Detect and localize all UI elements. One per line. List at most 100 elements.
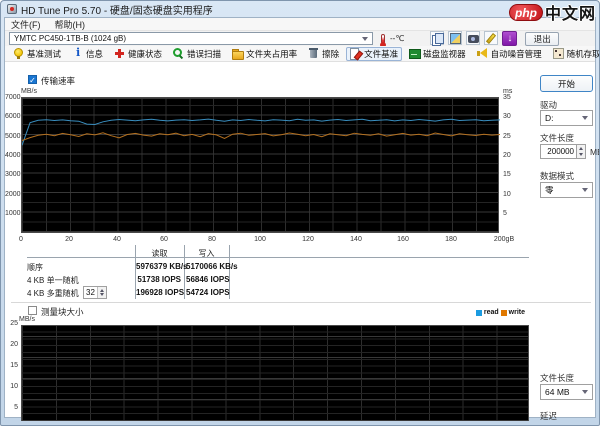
drive-select[interactable]: YMTC PC450-1TB-B (1024 gB) (9, 32, 373, 45)
toolbar: 基准测试 信息 健康状态 错误扫描 文件夹占用率 擦除 文件基准 磁盘监视器 自… (5, 46, 595, 62)
x-tick: 120 (293, 236, 323, 243)
section-divider (11, 302, 591, 303)
toolbar-button-benchmark[interactable]: 基准测试 (9, 47, 65, 61)
disk-monitor-icon (409, 48, 420, 59)
file-length-stepper[interactable]: 200000 (540, 144, 586, 159)
random-access-icon (553, 48, 564, 59)
x-tick: 0 (6, 236, 36, 243)
y2-tick: 25 (503, 133, 511, 140)
file-length-label: 文件长度 (540, 132, 574, 144)
thermometer-icon (381, 34, 385, 44)
y-tick: 4000 (5, 152, 18, 159)
row-label-4k-single: 4 KB 单一随机 (27, 275, 79, 286)
data-mode-value: 零 (545, 184, 554, 196)
block-y-axis-unit: MB/s (19, 316, 35, 323)
exit-button[interactable]: 退出 (525, 32, 559, 46)
write-legend-swatch (501, 310, 507, 316)
camera-icon (468, 33, 479, 44)
watermark-text: 中文网 (545, 0, 596, 24)
toolbar-button-disk-monitor[interactable]: 磁盘监视器 (405, 47, 470, 61)
y-tick: 1000 (5, 210, 18, 217)
target-drive-value: D: (545, 113, 554, 123)
toolbar-button-aam[interactable]: 自动噪音管理 (473, 47, 546, 61)
copy-button[interactable] (430, 31, 444, 45)
block-y-tick: 5 (5, 404, 18, 411)
block-file-length-value: 64 MB (545, 387, 570, 397)
save-image-button[interactable] (448, 31, 462, 45)
menu-help[interactable]: 帮助(H) (55, 18, 86, 31)
x-tick: 40 (102, 236, 132, 243)
screenshot-button[interactable] (466, 31, 480, 45)
export-button[interactable] (484, 31, 498, 45)
y-tick: 3000 (5, 171, 18, 178)
temperature-indicator: --℃ (381, 34, 404, 44)
menu-file[interactable]: 文件(F) (11, 18, 41, 31)
x-tick: 100 (245, 236, 275, 243)
download-button[interactable]: ↓ (502, 31, 517, 46)
x-tick: 140 (341, 236, 371, 243)
block-size-checkbox[interactable] (28, 306, 37, 315)
toolbar-button-health[interactable]: 健康状态 (110, 47, 166, 61)
toolbar-button-random-access[interactable]: 随机存取 (549, 47, 600, 61)
toolbar-button-info[interactable]: 信息 (68, 47, 107, 61)
y-tick: 5000 (5, 133, 18, 140)
x-tick: 160 (388, 236, 418, 243)
toolbar-button-erase[interactable]: 擦除 (304, 47, 343, 61)
target-drive-select[interactable]: D: (540, 110, 593, 126)
y2-tick: 35 (503, 94, 511, 101)
error-scan-icon (173, 48, 184, 59)
y2-tick: 10 (503, 191, 511, 198)
block-file-length-label: 文件长度 (540, 372, 574, 384)
erase-icon (308, 48, 319, 59)
file-benchmark-icon (350, 48, 361, 59)
4k-multi-read-value: 196928 IOPS (136, 288, 181, 297)
x-tick: 60 (149, 236, 179, 243)
transfer-rate-checkbox[interactable]: ✓ (28, 75, 37, 84)
start-button[interactable]: 开始 (540, 75, 593, 92)
chevron-down-icon (582, 188, 588, 192)
y-tick: 7000 (5, 94, 18, 101)
stepper-arrows-icon[interactable] (97, 287, 106, 298)
window-body: 文件(F) 帮助(H) YMTC PC450-1TB-B (1024 gB) -… (4, 17, 596, 418)
block-y-tick: 10 (5, 383, 18, 390)
table-header-rule (27, 257, 529, 258)
toolbar-button-file-benchmark[interactable]: 文件基准 (346, 47, 402, 61)
y2-tick: 5 (503, 210, 507, 217)
folder-usage-icon (232, 48, 243, 59)
y2-tick: 15 (503, 171, 511, 178)
block-file-length-select[interactable]: 64 MB (540, 384, 593, 400)
drive-bar: YMTC PC450-1TB-B (1024 gB) --℃ ↓ 退出 (5, 31, 595, 46)
data-mode-select[interactable]: 零 (540, 182, 593, 198)
block-y-tick: 15 (5, 362, 18, 369)
pencil-icon (486, 33, 497, 44)
transfer-rate-plot (22, 98, 500, 234)
4k-multi-write-value: 54724 IOPS (186, 288, 228, 297)
copy-icon (432, 33, 443, 44)
file-length-value[interactable]: 200000 (540, 144, 577, 159)
queue-depth-stepper[interactable]: 32 (83, 286, 107, 299)
y-axis-unit: MB/s (21, 88, 37, 95)
toolbar-button-folder-usage[interactable]: 文件夹占用率 (228, 47, 301, 61)
write-legend-label: write (509, 309, 525, 316)
table-divider (184, 245, 185, 299)
file-benchmark-panel: ✓ 传输速率 MB/s 7000 6000 5000 4000 3000 200… (5, 62, 595, 417)
aam-icon (477, 48, 488, 59)
stepper-arrows-icon[interactable] (577, 144, 586, 159)
y2-tick: 30 (503, 113, 511, 120)
temperature-value: --℃ (390, 34, 404, 43)
app-icon (7, 4, 17, 14)
drive-select-value: YMTC PC450-1TB-B (1024 gB) (14, 34, 126, 43)
y2-tick: 20 (503, 152, 511, 159)
benchmark-icon (13, 48, 24, 59)
quick-actions: ↓ (430, 31, 517, 46)
4k-single-read-value: 51738 IOPS (136, 275, 181, 284)
down-arrow-icon: ↓ (507, 33, 512, 44)
toolbar-button-error-scan[interactable]: 错误扫描 (169, 47, 225, 61)
file-length-unit: MB (590, 147, 600, 157)
read-legend-swatch (476, 310, 482, 316)
x-tick: 180 (436, 236, 466, 243)
transfer-rate-chart (21, 97, 499, 233)
block-size-chart (21, 325, 529, 421)
image-icon (450, 33, 461, 44)
row-label-4k-multi: 4 KB 多重随机 (27, 288, 79, 299)
